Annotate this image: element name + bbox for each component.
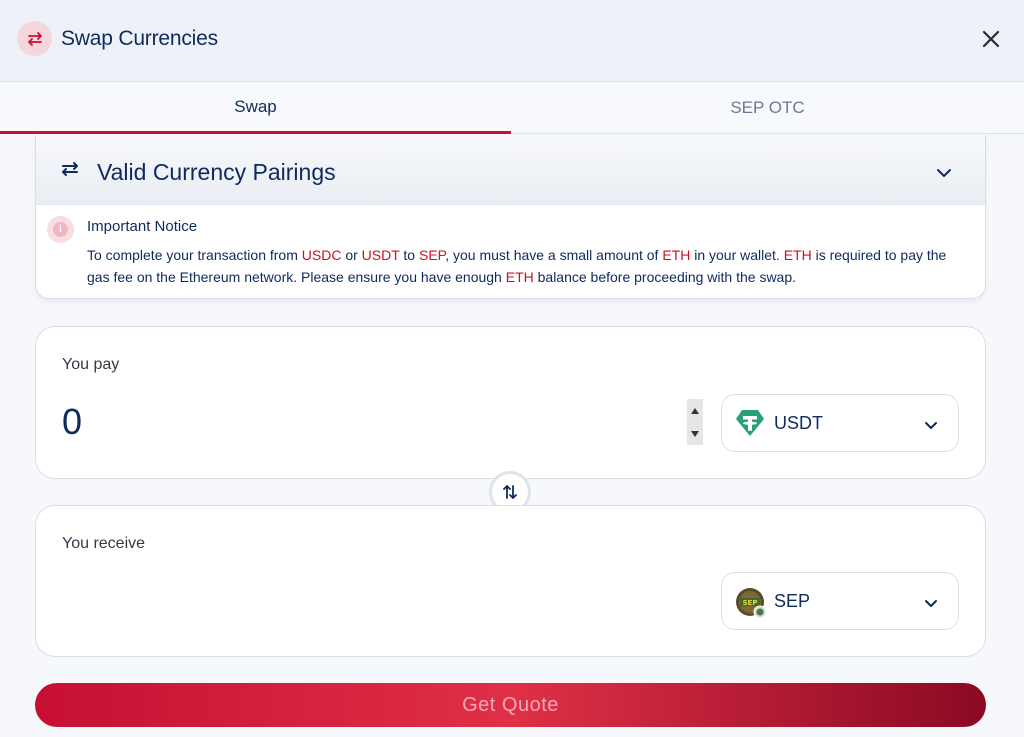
modal-header: Swap Currencies	[0, 0, 1024, 82]
swap-vertical-icon	[503, 485, 517, 499]
pay-currency-label: USDT	[774, 413, 823, 433]
pairings-header[interactable]: Valid Currency Pairings	[36, 135, 985, 205]
notice-text-part: , you must have a small amount of	[445, 247, 663, 263]
stepper-up-icon[interactable]	[687, 399, 703, 422]
pay-amount-input[interactable]	[62, 397, 692, 447]
close-icon	[982, 30, 1000, 48]
currency-highlight: USDT	[361, 247, 400, 263]
currency-highlight: ETH	[783, 247, 812, 263]
currency-highlight: SEP	[419, 247, 446, 263]
currency-highlight: ETH	[662, 247, 691, 263]
you-pay-box: You pay USDT	[35, 326, 986, 479]
close-button[interactable]	[976, 24, 1006, 54]
stepper-down-icon[interactable]	[687, 422, 703, 445]
receive-currency-select[interactable]: SEP SEP	[721, 572, 959, 630]
svg-text:SEP: SEP	[743, 599, 758, 607]
pay-currency-select[interactable]: USDT	[721, 394, 959, 452]
tab-swap[interactable]: Swap	[0, 82, 511, 134]
swap-arrows-icon	[17, 21, 52, 56]
amount-stepper[interactable]	[687, 399, 703, 445]
notice-text-part: balance before proceeding with the swap.	[533, 269, 797, 285]
tether-icon	[735, 409, 765, 442]
swap-panel: Valid Currency Pairings i Important Noti…	[0, 135, 1024, 737]
tab-bar: Swap SEP OTC	[0, 82, 1024, 134]
chevron-down-icon	[924, 595, 938, 613]
modal-title: Swap Currencies	[61, 27, 218, 50]
get-quote-button[interactable]: Get Quote	[35, 683, 986, 727]
sep-token-icon: SEP	[735, 587, 767, 624]
swap-horizontal-icon	[60, 161, 80, 182]
you-pay-label: You pay	[62, 356, 120, 373]
notice-text-part: in your wallet.	[690, 247, 784, 263]
notice-text: To complete your transaction from USDC o…	[87, 244, 967, 288]
notice-text-part: or	[341, 247, 362, 263]
notice-title: Important Notice	[87, 218, 198, 235]
you-receive-label: You receive	[62, 535, 146, 552]
notice-text-part: To complete your transaction from	[87, 247, 302, 263]
tab-sep-otc[interactable]: SEP OTC	[511, 82, 1024, 134]
currency-highlight: USDC	[301, 247, 342, 263]
pairings-title: Valid Currency Pairings	[97, 159, 336, 185]
currency-highlight: ETH	[505, 269, 534, 285]
chevron-down-icon[interactable]	[936, 165, 952, 183]
notice-text-part: to	[399, 247, 419, 263]
receive-currency-label: SEP	[774, 591, 811, 611]
you-receive-box: You receive SEP SEP	[35, 505, 986, 657]
info-icon: i	[47, 216, 74, 243]
currency-pairings-panel: Valid Currency Pairings i Important Noti…	[35, 135, 986, 299]
chevron-down-icon	[924, 417, 938, 435]
